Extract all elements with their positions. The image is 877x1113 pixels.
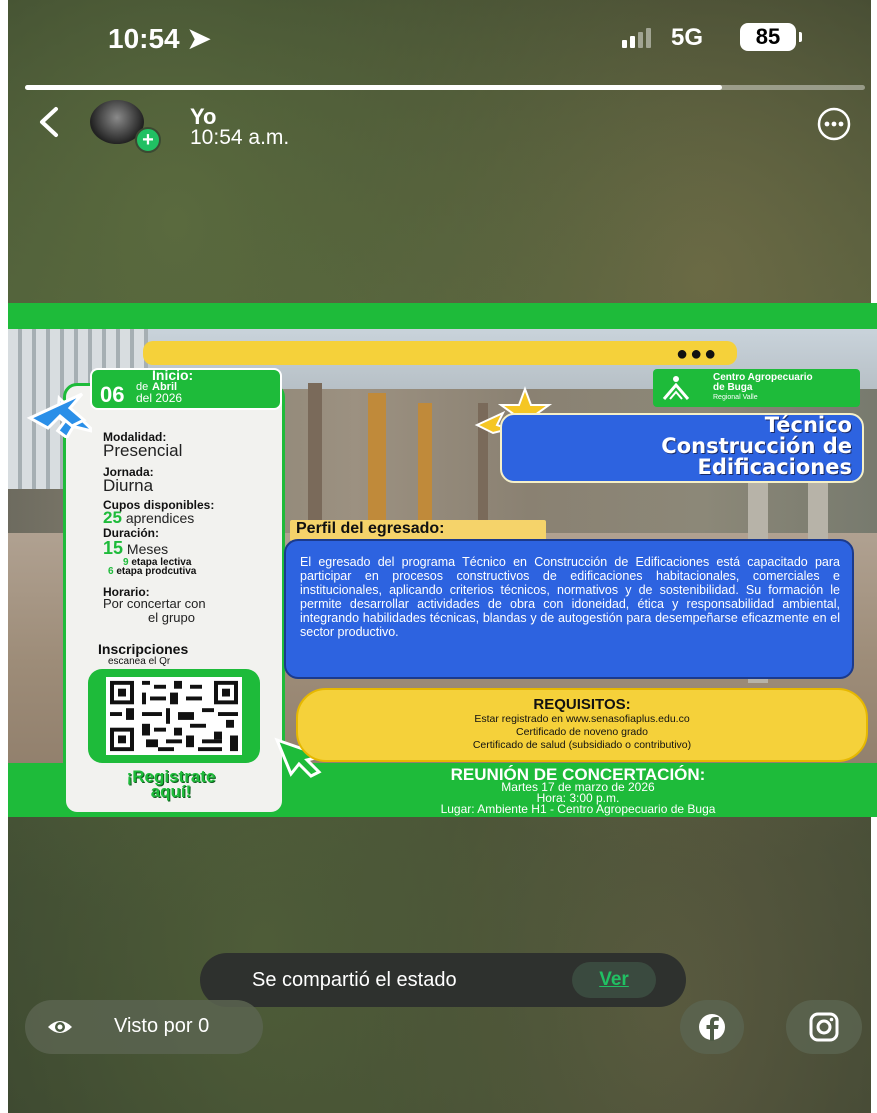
seen-by-button[interactable]: Visto por 0 — [25, 1000, 263, 1054]
more-options-icon[interactable] — [816, 106, 852, 142]
logo-text: Centro Agropecuario de Buga Regional Val… — [713, 372, 813, 402]
status-image: ●●● Inicio: 06 de Abril del 2026 Modalid… — [8, 303, 877, 817]
horario-line1: Por concertar con — [103, 596, 206, 611]
instagram-icon — [809, 1012, 839, 1042]
inscripciones-subtitle: escanea el Qr — [108, 656, 171, 667]
requirement-item: Estar registrado en www.senasofiaplus.ed… — [474, 713, 690, 725]
meeting-info: REUNIÓN DE CONCERTACIÓN: Martes 17 de ma… — [338, 766, 818, 816]
seen-by-text: Visto por 0 — [114, 1015, 210, 1037]
profile-title: Perfil del egresado: — [290, 520, 546, 541]
poster-dots: ●●● — [676, 343, 719, 365]
meeting-place: Lugar: Ambiente H1 - Centro Agropecuario… — [440, 802, 716, 816]
status-time: 10:54 ➤ — [108, 23, 211, 54]
signal-icon — [622, 28, 654, 48]
cupos-value: 25 aprendices — [103, 508, 195, 527]
requirements-box: REQUISITOS: Estar registrado en www.sena… — [296, 688, 868, 762]
toast-text: Se compartió el estado — [252, 969, 457, 991]
qr-code — [106, 677, 242, 755]
qr-frame — [88, 669, 260, 763]
etapa-productiva: 6 etapa prodcutiva — [108, 566, 197, 577]
sena-logo-icon — [662, 376, 690, 400]
status-shared-toast: Se compartió el estado Ver — [200, 953, 686, 1007]
horario-line2: el grupo — [148, 610, 195, 625]
inscripciones-title: Inscripciones — [98, 641, 189, 657]
instagram-share-button[interactable] — [786, 1000, 862, 1054]
title-line-3: Edificaciones — [697, 455, 852, 479]
story-progress-bar — [25, 85, 865, 90]
modalidad-value: Presencial — [103, 441, 183, 460]
facebook-icon — [699, 1014, 725, 1041]
status-bar: 10:54 ➤ 5G 85 — [0, 0, 877, 80]
story-progress-fill — [25, 85, 723, 90]
duracion-value: 15 Meses — [103, 538, 169, 558]
sena-logo-box: Centro Agropecuario de Buga Regional Val… — [653, 369, 860, 407]
view-button[interactable]: Ver — [572, 962, 656, 998]
profile-text: El egresado del programa Técnico en Cons… — [284, 539, 854, 679]
eye-icon — [48, 1021, 72, 1033]
title-line-1: Técnico — [764, 413, 852, 437]
start-date-box: Inicio: 06 de Abril del 2026 — [90, 367, 282, 410]
post-time: 10:54 a.m. — [190, 126, 290, 149]
frame-left-edge — [0, 0, 8, 1113]
network-type: 5G — [671, 24, 704, 51]
facebook-share-button[interactable] — [680, 1000, 744, 1054]
location-arrow-icon: ➤ — [187, 23, 211, 54]
battery-tip — [799, 32, 802, 42]
requirements-title: REQUISITOS: — [533, 696, 631, 713]
poster-top-bar — [8, 303, 877, 329]
program-title-box: Técnico Construcción de Edificaciones — [500, 413, 864, 483]
title-line-2: Construcción de — [661, 434, 852, 458]
requirement-item: Certificado de noveno grado — [516, 726, 648, 738]
blue-cursor-icon — [26, 392, 92, 438]
jornada-value: Diurna — [103, 476, 154, 495]
requirement-item: Certificado de salud (subsidiado o contr… — [472, 739, 692, 751]
start-year: del 2026 — [136, 391, 183, 405]
battery-icon: 85 — [740, 23, 796, 51]
start-day: 06 — [100, 382, 125, 407]
back-arrow-icon[interactable] — [32, 105, 66, 139]
poster-yellow-tab — [143, 341, 737, 365]
add-status-plus-icon[interactable]: + — [135, 127, 161, 153]
register-here-text: ¡Registrate aquí! — [126, 767, 216, 801]
